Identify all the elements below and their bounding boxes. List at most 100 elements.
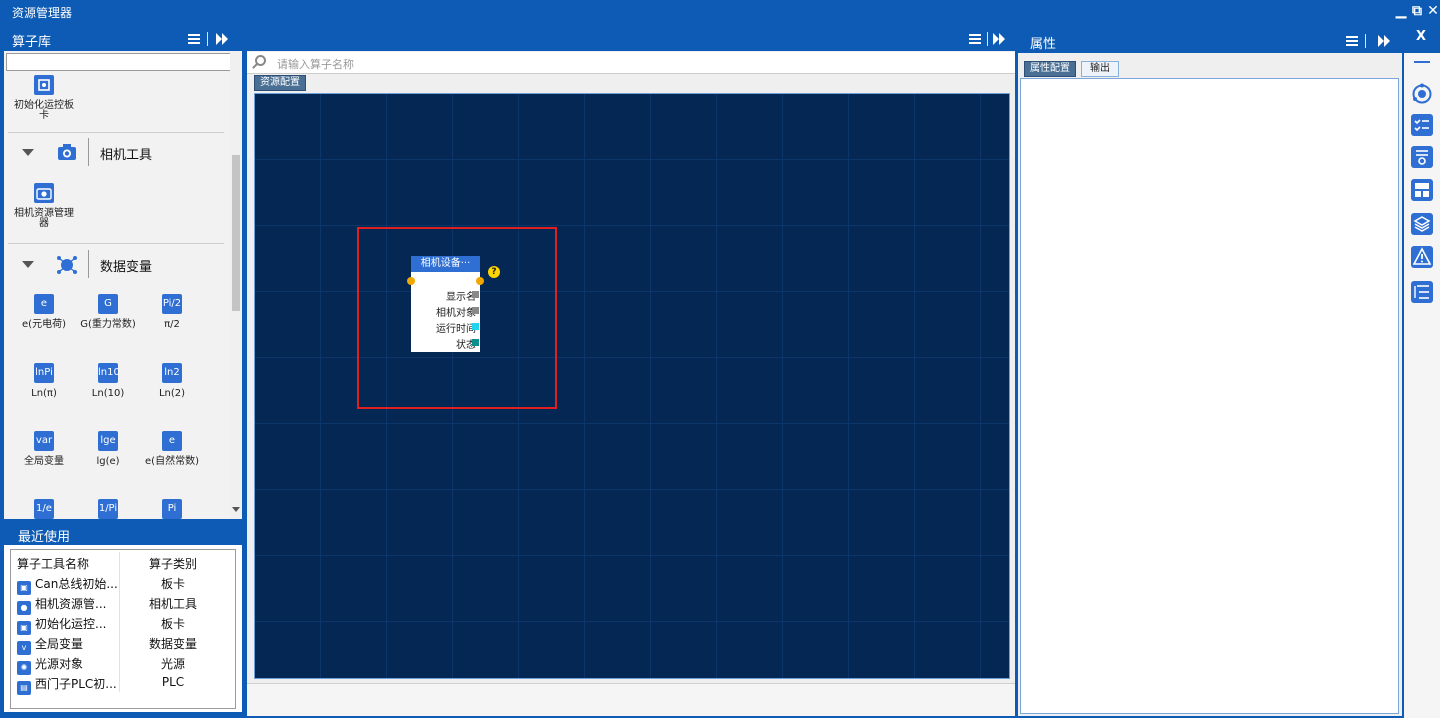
- warning-icon[interactable]: [1411, 246, 1433, 268]
- header-separator: [987, 32, 988, 46]
- expand-triangle-icon[interactable]: [22, 261, 34, 268]
- port-connector[interactable]: [472, 323, 479, 330]
- tool-var-lg-e[interactable]: lge lg(e): [76, 431, 140, 467]
- layers-icon[interactable]: [1411, 213, 1433, 235]
- canvas-status-strip: [247, 683, 1015, 716]
- category-divider: [88, 138, 89, 166]
- table-header-row: 算子工具名称 算子类别: [11, 552, 235, 572]
- minimize-button[interactable]: ▁: [1394, 2, 1408, 20]
- properties-title: 属性: [1030, 37, 1057, 52]
- table-row[interactable]: ✺ 光源对象 光源: [11, 652, 235, 675]
- tab-output[interactable]: 输出: [1081, 61, 1119, 77]
- category-data-variables[interactable]: 数据变量: [4, 248, 228, 280]
- panel-menu-icon[interactable]: [1346, 36, 1358, 46]
- tool-camera-resource-manager[interactable]: 相机资源管理器: [12, 183, 76, 229]
- operator-filter-input[interactable]: [6, 53, 240, 71]
- panel-menu-icon[interactable]: [188, 34, 200, 44]
- scroll-down-icon[interactable]: [232, 507, 240, 512]
- port-connector[interactable]: [472, 307, 479, 314]
- tool-label: Ln(10): [91, 388, 125, 399]
- close-window-button[interactable]: ✕: [1426, 2, 1440, 20]
- row-name: 初始化运控...: [35, 617, 107, 631]
- one-over-pi-icon: 1/Pi: [98, 499, 118, 519]
- tool-var-pi-half[interactable]: Pi/2 π/2: [140, 294, 204, 330]
- tool-label: 相机资源管理器: [14, 208, 74, 229]
- collapse-panel-icon[interactable]: [216, 33, 230, 45]
- node-port-status: 状态: [411, 336, 479, 351]
- port-label: 运行时间: [436, 324, 476, 335]
- tab-resource-config[interactable]: 资源配置: [254, 75, 306, 91]
- tool-var-natural-e[interactable]: e e(自然常数): [140, 431, 204, 467]
- tool-var-pi[interactable]: Pi: [140, 499, 204, 519]
- node-title: 相机设备···: [411, 256, 480, 272]
- recent-used-title: 最近使用: [18, 530, 71, 545]
- table-row[interactable]: ▣ Can总线初始... 板卡: [11, 572, 235, 595]
- operator-search-bar[interactable]: 请输入算子名称: [247, 52, 1015, 74]
- camera-device-node[interactable]: 相机设备··· 显示名 相机对象 运行时间 状态: [407, 256, 484, 352]
- layout-icon[interactable]: [1411, 179, 1433, 201]
- tool-label: π/2: [164, 319, 180, 330]
- tool-var-elementary-charge[interactable]: e e(元电荷): [12, 294, 76, 330]
- row-name: Can总线初始...: [35, 577, 118, 591]
- tool-var-one-over-pi[interactable]: 1/Pi: [76, 499, 140, 519]
- tool-var-ln2[interactable]: ln2 Ln(2): [140, 363, 204, 399]
- node-port-run-time: 运行时间: [411, 320, 479, 335]
- scrollbar-thumb[interactable]: [232, 155, 240, 311]
- row-name: 光源对象: [35, 657, 84, 671]
- close-panel-button[interactable]: X: [1416, 29, 1426, 44]
- search-input[interactable]: 请输入算子名称: [277, 56, 354, 72]
- operator-library-header: 算子库: [0, 27, 244, 51]
- panel-menu-icon[interactable]: [969, 34, 981, 44]
- e-icon: e: [162, 431, 182, 451]
- table-row[interactable]: ▤ 西门子PLC初... PLC: [11, 672, 235, 695]
- ln2-icon: ln2: [162, 363, 182, 383]
- table-row[interactable]: ● 相机资源管... 相机工具: [11, 592, 235, 615]
- tool-var-one-over-e[interactable]: 1/e: [12, 499, 76, 519]
- restore-button[interactable]: ⧉: [1410, 2, 1424, 20]
- help-icon[interactable]: ?: [488, 266, 500, 278]
- plc-icon: ▤: [17, 681, 31, 695]
- node-output-pin[interactable]: [476, 277, 484, 285]
- row-category: PLC: [161, 675, 185, 689]
- port-connector[interactable]: [472, 339, 479, 346]
- node-input-pin[interactable]: [407, 277, 415, 285]
- tool-var-ln10[interactable]: ln10 Ln(10): [76, 363, 140, 399]
- tool-var-ln-pi[interactable]: lnPi Ln(π): [12, 363, 76, 399]
- flow-canvas[interactable]: 相机设备··· 显示名 相机对象 运行时间 状态 ?: [254, 93, 1010, 679]
- window-title: 资源管理器: [12, 6, 73, 20]
- collapse-panel-icon[interactable]: [993, 33, 1007, 45]
- expand-triangle-icon[interactable]: [22, 149, 34, 156]
- checklist-icon[interactable]: [1411, 114, 1433, 136]
- table-row[interactable]: ▣ 初始化运控... 板卡: [11, 612, 235, 635]
- tree-list-icon[interactable]: [1411, 281, 1433, 303]
- tool-label: lg(e): [96, 456, 120, 467]
- var-icon: var: [34, 431, 54, 451]
- category-camera-tools[interactable]: 相机工具: [4, 136, 228, 168]
- camera-gear-icon: [34, 183, 54, 203]
- column-header-category: 算子类别: [148, 557, 197, 571]
- right-toolbar: X: [1404, 27, 1440, 718]
- list-settings-icon[interactable]: [1411, 146, 1433, 168]
- table-row[interactable]: v 全局变量 数据变量: [11, 632, 235, 655]
- tool-var-gravity-constant[interactable]: G G(重力常数): [76, 294, 140, 330]
- tool-label: Ln(2): [158, 388, 186, 399]
- canvas-panel: 请输入算子名称 资源配置 相机设备··· 显示名 相机对象 运行时间 状态 ?: [247, 27, 1015, 716]
- tool-label: 全局变量: [24, 456, 64, 467]
- g-icon: G: [98, 294, 118, 314]
- one-over-e-icon: 1/e: [34, 499, 54, 519]
- collapse-panel-icon[interactable]: [1378, 35, 1392, 47]
- orbit-icon[interactable]: [1411, 83, 1433, 105]
- properties-panel: 属性 属性配置 输出: [1018, 27, 1402, 716]
- recent-used-table: 算子工具名称 算子类别 ▣ Can总线初始... 板卡 ● 相机资源管... 相机工…: [10, 549, 236, 709]
- header-separator: [1365, 34, 1366, 48]
- library-scrollbar[interactable]: [230, 51, 242, 519]
- row-name: 全局变量: [35, 637, 84, 651]
- tab-property-config[interactable]: 属性配置: [1024, 61, 1076, 77]
- tool-label: Ln(π): [31, 388, 57, 399]
- header-separator: [207, 32, 208, 46]
- tool-init-motion-card[interactable]: 初始化运控板卡: [12, 75, 76, 121]
- pi-half-icon: Pi/2: [162, 294, 182, 314]
- port-connector[interactable]: [472, 291, 479, 298]
- ln-pi-icon: lnPi: [34, 363, 54, 383]
- tool-var-global-variable[interactable]: var 全局变量: [12, 431, 76, 467]
